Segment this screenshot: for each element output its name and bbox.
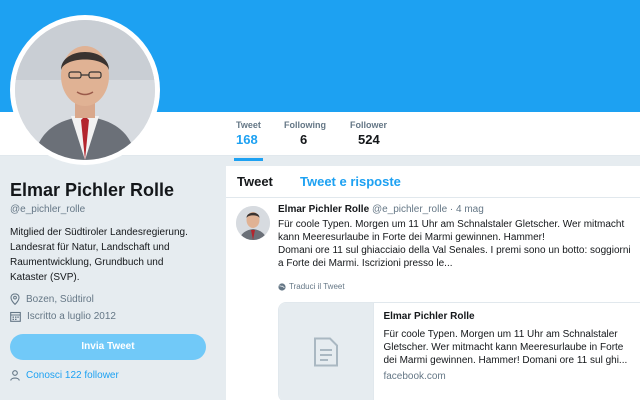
profile-joined: Iscritto a luglio 2012	[10, 311, 210, 322]
link-card[interactable]: Elmar Pichler Rolle Für coole Typen. Mor…	[278, 302, 640, 400]
stat-label: Tweet	[236, 120, 261, 130]
map-pin-icon	[10, 293, 20, 305]
joined-text: Iscritto a luglio 2012	[27, 311, 116, 322]
stat-label: Following	[284, 120, 326, 130]
tweet-avatar[interactable]	[236, 206, 270, 240]
send-tweet-button[interactable]: Invia Tweet	[10, 334, 206, 360]
stat-following[interactable]: Following 6	[284, 120, 326, 147]
translate-text[interactable]: Traduci il Tweet	[289, 282, 345, 291]
avatar-photo	[15, 20, 155, 160]
stat-value: 168	[236, 132, 258, 147]
location-text: Bozen, Südtirol	[26, 293, 94, 305]
stat-tweets[interactable]: Tweet 168	[234, 120, 263, 161]
bio-line: Landesrat für Natur, Landschaft und	[10, 242, 170, 253]
tweet-text: Für coole Typen. Morgen um 11 Uhr am Sch…	[278, 218, 640, 270]
document-icon	[314, 337, 339, 367]
profile-location: Bozen, Südtirol	[10, 293, 210, 305]
card-desc-line: Für coole Typen. Morgen um 11 Uhr am Sch…	[383, 329, 618, 340]
bio-line: Kataster (SVP).	[10, 272, 80, 283]
globe-icon	[278, 282, 286, 291]
profile-avatar[interactable]	[10, 15, 160, 165]
translate-tweet-link[interactable]: Traduci il Tweet	[278, 282, 345, 291]
card-title: Elmar Pichler Rolle	[383, 311, 475, 322]
tweet-text-line: Domani ore 11 sul ghiacciaio della Val S…	[278, 245, 631, 256]
tab-tweets-and-replies[interactable]: Tweet e risposte	[300, 174, 401, 189]
followers-you-know-link[interactable]: Conosci 122 follower	[10, 370, 210, 381]
bio-line: Mitglied der Südtiroler Landesregierung.	[10, 227, 188, 238]
followers-you-know-text[interactable]: Conosci 122 follower	[26, 370, 119, 381]
card-thumbnail	[279, 303, 375, 400]
tweet-handle-time[interactable]: @e_pichler_rolle · 4 mag	[372, 204, 484, 215]
profile-handle[interactable]: @e_pichler_rolle	[10, 204, 210, 215]
tab-tweets[interactable]: Tweet	[237, 174, 273, 189]
tweet-header: Elmar Pichler Rolle @e_pichler_rolle · 4…	[278, 204, 484, 215]
timeline: Tweet Tweet e risposte Elmar Pichler Rol…	[226, 166, 640, 400]
tweet-text-line: a Forte dei Marmi. Iscrizioni presso le.…	[278, 258, 453, 269]
card-desc-line: Gletscher. Wer mitmacht kann Meeresurlau…	[383, 342, 624, 353]
card-desc-line: dei Marmi gewinnen. Hammer! Domani ore 1…	[383, 355, 628, 366]
card-body: Elmar Pichler Rolle Für coole Typen. Mor…	[374, 303, 640, 400]
stat-label: Follower	[350, 120, 388, 130]
profile-sidebar: Elmar Pichler Rolle @e_pichler_rolle Mit…	[10, 180, 210, 381]
card-domain: facebook.com	[383, 371, 446, 382]
person-icon	[10, 370, 20, 381]
card-description: Für coole Typen. Morgen um 11 Uhr am Sch…	[383, 328, 639, 367]
profile-name[interactable]: Elmar Pichler Rolle	[10, 180, 210, 201]
timeline-tabs: Tweet Tweet e risposte	[226, 166, 640, 198]
stat-followers[interactable]: Follower 524	[350, 120, 387, 147]
tweet-text-line: kann Meeresurlaube in Forte dei Marmi ge…	[278, 232, 545, 243]
tweet-text-line: Für coole Typen. Morgen um 11 Uhr am Sch…	[278, 219, 625, 230]
calendar-icon	[10, 311, 21, 322]
stat-value: 6	[300, 132, 308, 147]
tweet-avatar-photo	[236, 206, 270, 240]
stat-value: 524	[358, 132, 380, 147]
tweet-author-name[interactable]: Elmar Pichler Rolle	[278, 204, 369, 215]
bio-line: Raumentwicklung, Grundbuch und	[10, 257, 164, 268]
profile-bio: Mitglied der Südtiroler Landesregierung.…	[10, 225, 210, 285]
